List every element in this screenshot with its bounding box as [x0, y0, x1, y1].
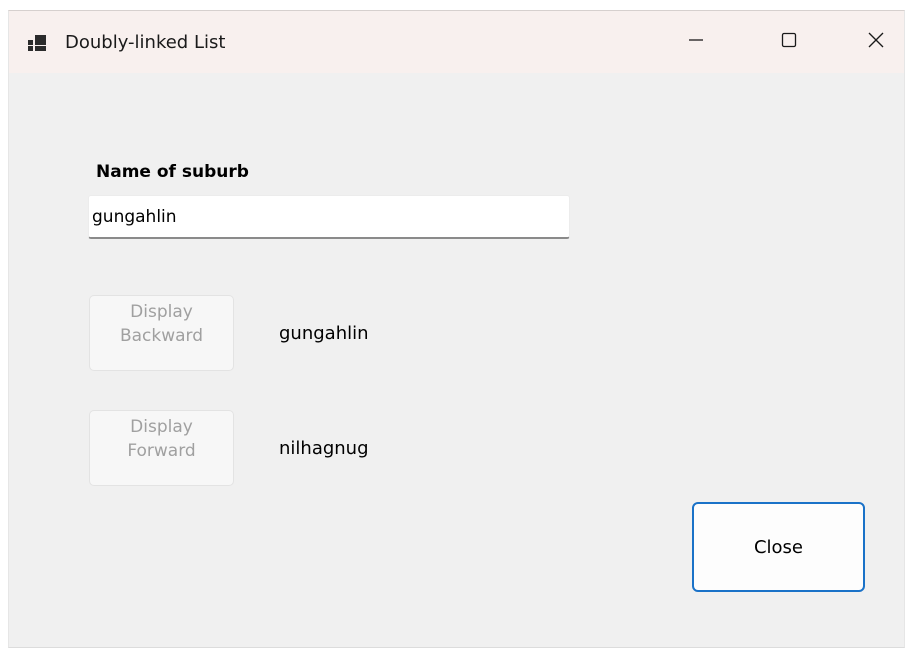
display-backward-label-line1: Display	[130, 302, 193, 322]
suburb-label: Name of suburb	[96, 162, 249, 182]
window-title: Doubly-linked List	[65, 32, 226, 53]
app-window-icon	[28, 35, 48, 51]
title-bar[interactable]: Doubly-linked List	[9, 11, 904, 73]
backward-output: gungahlin	[279, 323, 369, 344]
forward-output: nilhagnug	[279, 438, 369, 459]
display-forward-button[interactable]: Display Forward	[89, 410, 234, 486]
display-forward-label-line2: Forward	[127, 441, 196, 461]
maximize-icon	[780, 31, 798, 53]
minimize-icon	[687, 31, 705, 53]
suburb-input[interactable]	[88, 195, 570, 239]
display-backward-label-line2: Backward	[119, 326, 204, 346]
display-backward-button[interactable]: Display Backward	[89, 295, 234, 371]
display-forward-label-line1: Display	[130, 417, 193, 437]
close-button[interactable]: Close	[692, 502, 865, 592]
close-window-button[interactable]	[845, 11, 907, 73]
close-icon	[867, 31, 885, 53]
maximize-button[interactable]	[758, 11, 820, 73]
app-window: Doubly-linked List Name of suburb Displa…	[8, 10, 905, 648]
minimize-button[interactable]	[665, 11, 727, 73]
